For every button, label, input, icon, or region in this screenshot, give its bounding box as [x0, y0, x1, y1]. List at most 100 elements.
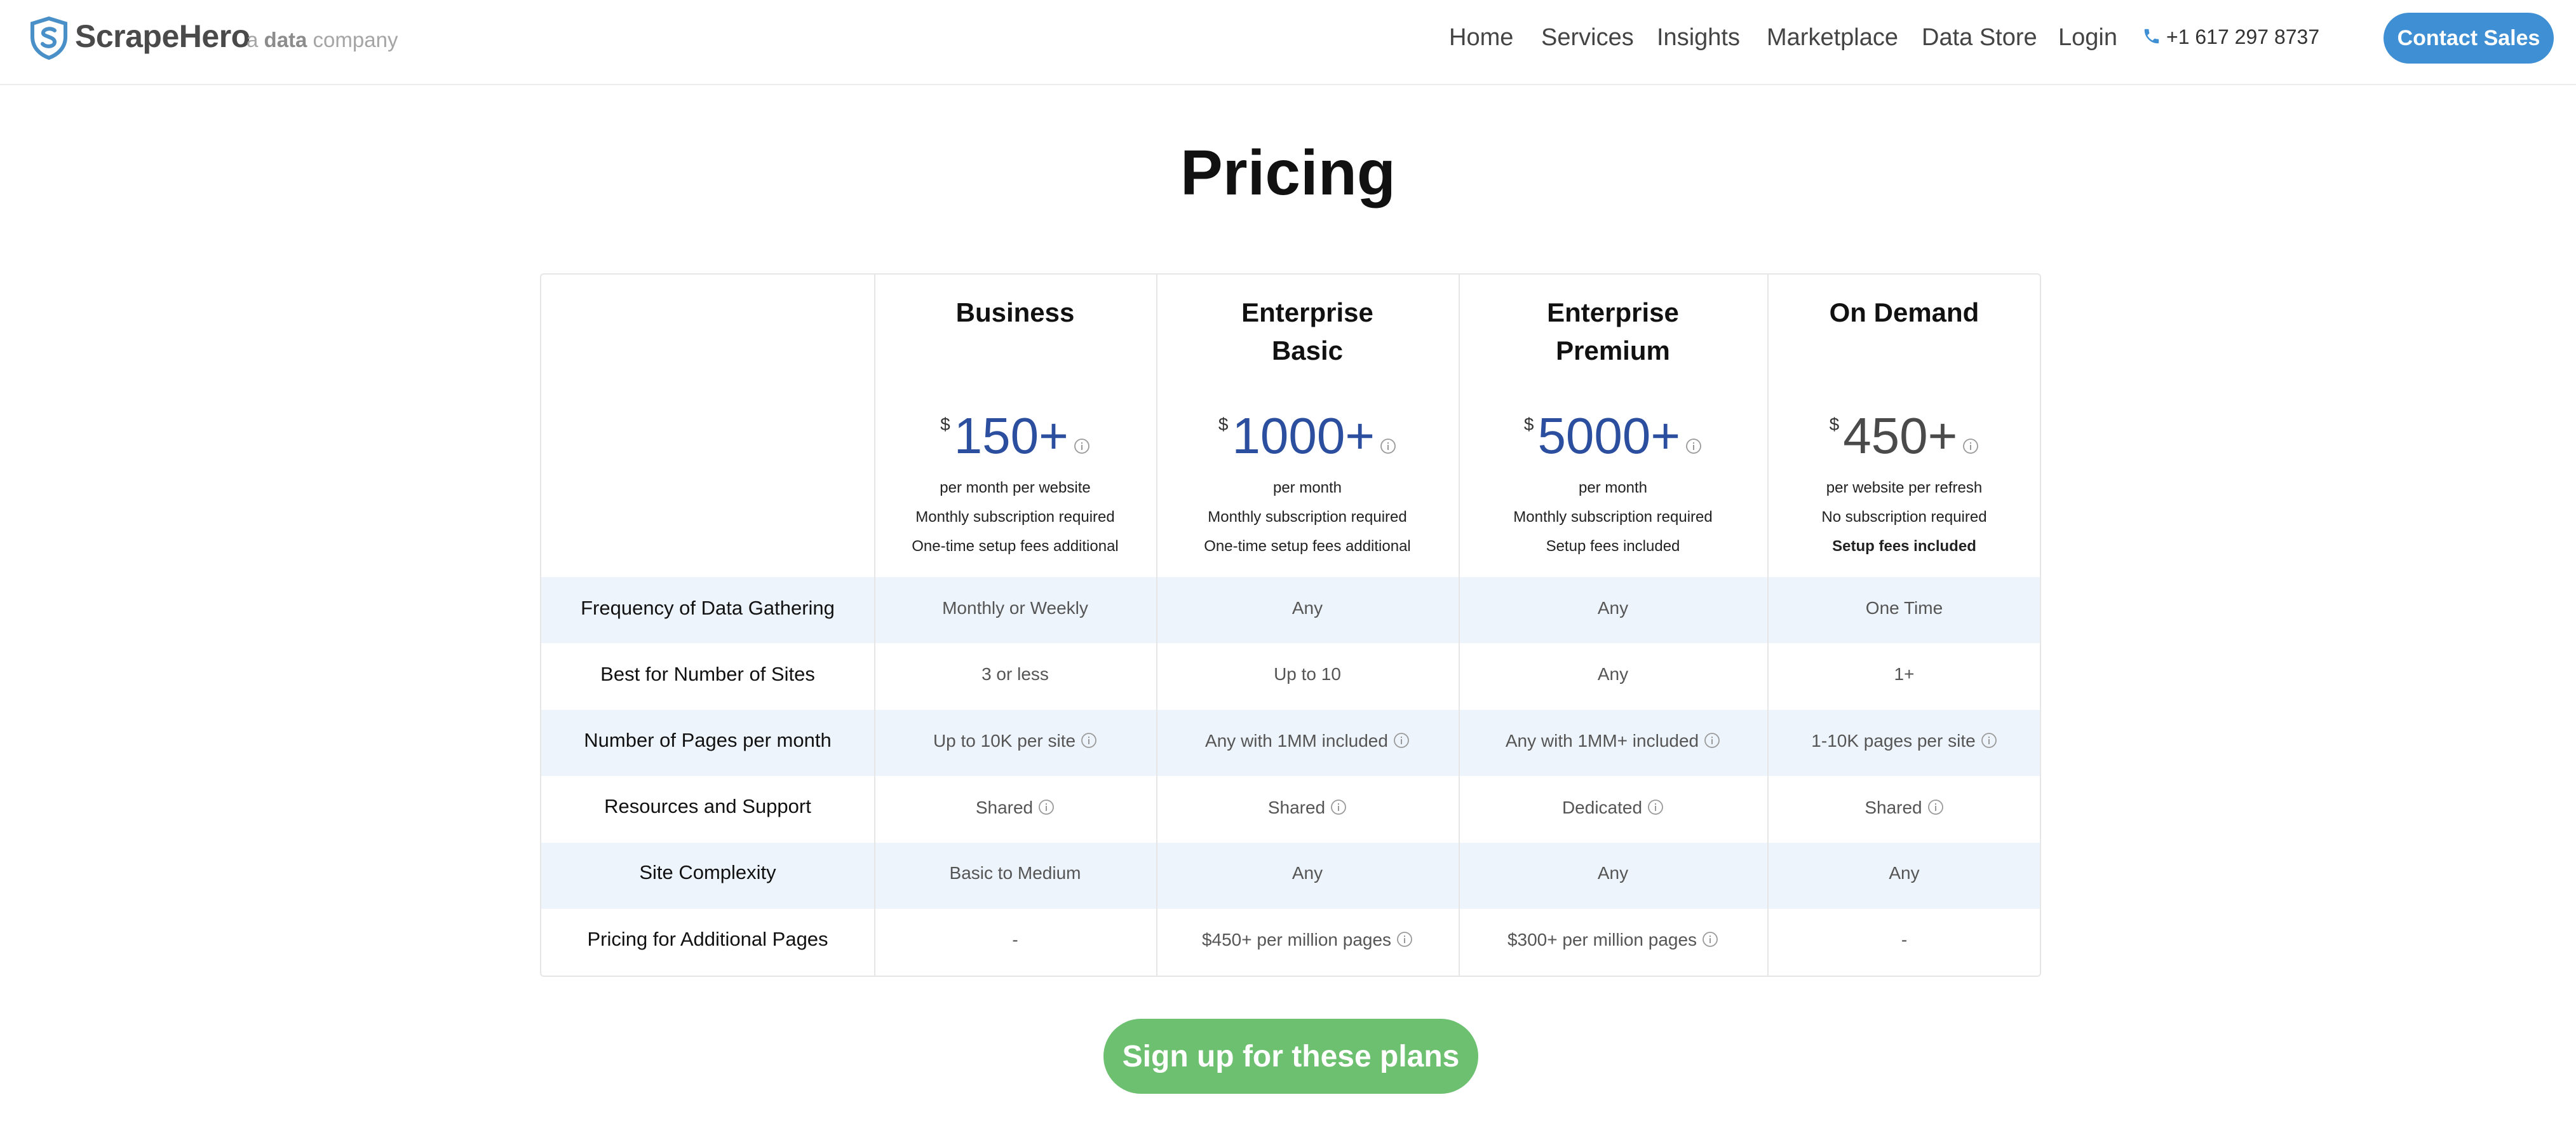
table-cell: Any [1291, 863, 1323, 883]
plan-note: Monthly subscription required [915, 508, 1115, 526]
nav-home[interactable]: Home [1449, 24, 1513, 51]
table-cell: Monthly or Weekly [942, 598, 1088, 618]
scrapehero-shield-logo-icon[interactable] [29, 17, 69, 60]
table-cell: Basic to Medium [949, 863, 1081, 883]
plan-price: $150+ [874, 407, 1156, 465]
nav-insights[interactable]: Insights [1657, 24, 1740, 51]
table-cell: Any [1597, 863, 1629, 883]
phone-icon [2144, 29, 2159, 44]
phone-number: +1 617 297 8737 [2166, 25, 2320, 48]
site-header: ScrapeHero a data company Home Services … [0, 0, 2576, 85]
cell-text: Up to 10K per site [933, 731, 1076, 751]
table-cell: Shared [1156, 798, 1459, 820]
nav-marketplace[interactable]: Marketplace [1767, 24, 1898, 51]
plan-note: One-time setup fees additional [1204, 538, 1411, 555]
info-icon[interactable] [1081, 732, 1097, 753]
info-icon[interactable] [1702, 931, 1718, 952]
info-icon[interactable] [1380, 438, 1396, 458]
table-cell: - [1012, 930, 1018, 950]
nav-services[interactable]: Services [1541, 24, 1634, 51]
info-icon[interactable] [1393, 732, 1410, 753]
plan-note: Setup fees included [1832, 538, 1976, 555]
tagline-prefix: a [246, 28, 264, 51]
table-cell: 3 or less [981, 664, 1049, 684]
table-cell: Any with 1MM included [1156, 731, 1459, 753]
table-cell: Shared [874, 798, 1156, 820]
cell-text: $300+ per million pages [1507, 930, 1697, 950]
cell-text: Shared [1267, 798, 1326, 817]
plan-name-line: Enterprise [1241, 297, 1373, 327]
cell-text: Shared [1865, 798, 1922, 817]
plan-header-enterprise-basic: Enterprise Basic $1000+ per month Monthly… [1156, 275, 1459, 577]
plan-note: Monthly subscription required [1208, 508, 1407, 526]
plan-price: $5000+ [1459, 407, 1767, 465]
currency-symbol: $ [1523, 414, 1534, 434]
plan-name: Enterprise Basic [1156, 294, 1459, 370]
price-amount: 1000+ [1232, 407, 1375, 464]
table-cell: Shared [1767, 798, 2041, 820]
info-icon[interactable] [1038, 799, 1055, 820]
plan-name: On Demand [1767, 294, 2041, 332]
brand-tagline: a data company [246, 28, 398, 52]
table-cell: Dedicated [1459, 798, 1767, 820]
page-title: Pricing [1180, 137, 1396, 208]
cell-text: $450+ per million pages [1201, 930, 1392, 950]
plan-price: $1000+ [1156, 407, 1459, 465]
plan-name: Business [874, 294, 1156, 332]
table-cell: - [1901, 930, 1908, 950]
table-cell: One Time [1865, 598, 1943, 618]
price-amount: 5000+ [1537, 407, 1681, 464]
tagline-bold: data [264, 28, 307, 51]
plan-header-business: Business $150+ per month per website Mon… [874, 275, 1156, 577]
info-icon[interactable] [1927, 799, 1944, 820]
table-cell: Any with 1MM+ included [1459, 731, 1767, 753]
plan-note: per month [1578, 479, 1648, 496]
plan-header-enterprise-premium: Enterprise Premium $5000+ per month Month… [1459, 275, 1767, 577]
plan-name-line: Basic [1271, 336, 1344, 365]
brand-name[interactable]: ScrapeHero [75, 18, 250, 55]
pricing-table: Business $150+ per month per website Mon… [540, 273, 2041, 977]
table-cell: Any [1889, 863, 1920, 883]
plan-price: $450+ [1767, 407, 2041, 465]
currency-symbol: $ [1218, 414, 1229, 434]
plan-note: per month [1272, 479, 1342, 496]
table-cell: Any [1597, 664, 1629, 684]
nav-data-store[interactable]: Data Store [1922, 24, 2037, 51]
plan-note: Monthly subscription required [1513, 508, 1713, 526]
table-cell: 1+ [1894, 664, 1915, 684]
cell-text: Any with 1MM+ included [1505, 731, 1699, 751]
info-icon[interactable] [1074, 438, 1090, 458]
cell-text: 1-10K pages per site [1811, 731, 1976, 751]
cell-text: Shared [975, 798, 1034, 817]
info-icon[interactable] [1647, 799, 1664, 820]
info-icon[interactable] [1685, 438, 1702, 458]
plan-header-on-demand: On Demand $450+ per website per refresh … [1767, 275, 2041, 577]
currency-symbol: $ [1829, 414, 1840, 434]
feature-label: Site Complexity [639, 861, 776, 883]
plan-name-line: On Demand [1829, 297, 1979, 327]
nav-login[interactable]: Login [2058, 24, 2117, 51]
feature-label: Number of Pages per month [584, 729, 832, 751]
plan-name-line: Business [955, 297, 1075, 327]
contact-sales-button[interactable]: Contact Sales [2384, 13, 2554, 64]
info-icon[interactable] [1981, 732, 1997, 753]
info-icon[interactable] [1396, 931, 1413, 952]
feature-label: Best for Number of Sites [600, 663, 815, 685]
plan-note: No subscription required [1821, 508, 1987, 526]
table-cell: 1-10K pages per site [1767, 731, 2041, 753]
feature-label: Pricing for Additional Pages [587, 928, 828, 950]
table-cell: Up to 10 [1274, 664, 1341, 684]
feature-label: Frequency of Data Gathering [581, 597, 835, 619]
info-icon[interactable] [1330, 799, 1347, 820]
plan-note: per month per website [940, 479, 1091, 496]
plan-name-line: Premium [1556, 336, 1670, 365]
tagline-suffix: company [307, 28, 398, 51]
feature-label: Resources and Support [604, 795, 811, 817]
price-amount: 450+ [1843, 407, 1958, 464]
info-icon[interactable] [1704, 732, 1720, 753]
plan-name-line: Enterprise [1547, 297, 1679, 327]
phone-link[interactable]: +1 617 297 8737 [2144, 25, 2320, 49]
signup-button[interactable]: Sign up for these plans [1103, 1019, 1478, 1094]
table-cell: Up to 10K per site [874, 731, 1156, 753]
info-icon[interactable] [1962, 438, 1979, 458]
